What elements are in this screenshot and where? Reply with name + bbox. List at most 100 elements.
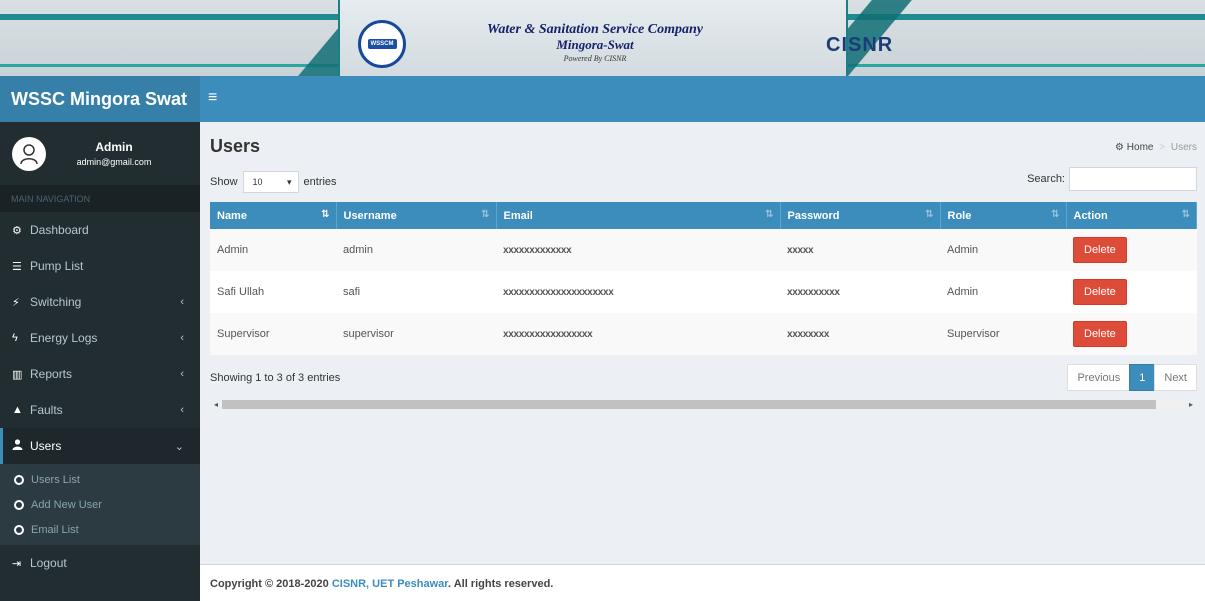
- bar-chart-icon: ▥: [12, 368, 23, 381]
- pagination: Previous 1 Next: [1067, 364, 1197, 391]
- sort-icon: ⇅: [1181, 209, 1190, 220]
- nav-header: MAIN NAVIGATION: [0, 185, 200, 212]
- sort-icon: ⇅: [1051, 209, 1060, 220]
- delete-button[interactable]: Delete: [1073, 279, 1127, 305]
- sidebar-item-logout[interactable]: ⇥ Logout: [0, 545, 200, 581]
- chevron-left-icon: ‹: [180, 404, 184, 416]
- scroll-right-icon[interactable]: ▸: [1185, 400, 1197, 409]
- column-header-role[interactable]: Role ⇅: [940, 202, 1067, 229]
- footer-prefix: Copyright © 2018-2020: [210, 578, 332, 590]
- logout-icon: ⇥: [12, 557, 22, 570]
- search-input[interactable]: [1069, 167, 1197, 191]
- column-header-label: Email: [503, 209, 533, 222]
- user-info: Admin admin@gmail.com: [46, 140, 200, 167]
- submenu-item-email-list[interactable]: Email List: [0, 517, 200, 542]
- chevron-down-icon: ⌄: [174, 440, 184, 453]
- scrollbar-thumb[interactable]: [222, 399, 1157, 409]
- cell-name: Supervisor: [210, 313, 336, 355]
- sidebar-item-faults[interactable]: ▲ Faults ‹: [0, 392, 200, 428]
- sidebar-item-label: Users: [30, 439, 62, 453]
- submenu-item-label: Users List: [31, 473, 80, 486]
- sidebar-item-switching[interactable]: ⚡ Switching ‹: [0, 284, 200, 320]
- chevron-left-icon: ‹: [180, 368, 184, 380]
- cell-role: Admin: [940, 229, 1066, 271]
- previous-page-button[interactable]: Previous: [1067, 364, 1131, 391]
- plug-icon: ⚡: [12, 296, 20, 309]
- sort-icon: ⇅: [925, 209, 934, 220]
- cell-password-redacted: xxxxxxxxxx: [780, 271, 940, 313]
- delete-button[interactable]: Delete: [1073, 321, 1127, 347]
- horizontal-scrollbar[interactable]: ◂ ▸: [210, 398, 1197, 410]
- column-header-label: Password: [787, 209, 840, 222]
- page-button-current[interactable]: 1: [1129, 364, 1156, 391]
- cell-username: supervisor: [336, 313, 496, 355]
- circle-icon: [14, 499, 24, 510]
- search-label: Search:: [1027, 173, 1065, 185]
- user-glyph-icon: [12, 439, 23, 450]
- show-label: Show: [210, 176, 238, 188]
- table-search: Search:: [1027, 167, 1197, 191]
- column-header-password[interactable]: Password ⇅: [780, 202, 941, 229]
- cell-action: Delete: [1066, 229, 1197, 271]
- sidebar: Admin admin@gmail.com MAIN NAVIGATION ⚙ …: [0, 122, 200, 601]
- banner-title: Water & Sanitation Service Company Mingo…: [480, 22, 710, 63]
- cell-action: Delete: [1066, 313, 1197, 355]
- brand-logo[interactable]: WSSC Mingora Swat: [0, 76, 200, 122]
- entries-select[interactable]: 10 ▾: [242, 171, 299, 193]
- sidebar-item-label: Faults: [30, 403, 63, 417]
- scrollbar-track[interactable]: [222, 399, 1185, 409]
- next-page-button[interactable]: Next: [1154, 364, 1197, 391]
- cell-username: safi: [336, 271, 496, 313]
- sidebar-item-users[interactable]: Users ⌄: [0, 428, 200, 464]
- delete-button[interactable]: Delete: [1073, 237, 1127, 263]
- cell-password-redacted: xxxxx: [780, 229, 940, 271]
- sidebar-item-label: Reports: [30, 367, 73, 381]
- sidebar-item-energy-logs[interactable]: ϟ Energy Logs ‹: [0, 320, 200, 356]
- footer: Copyright © 2018-2020 CISNR, UET Peshawa…: [200, 564, 1205, 601]
- column-header-name[interactable]: Name ⇅: [210, 202, 337, 229]
- column-header-email[interactable]: Email ⇅: [496, 202, 781, 229]
- banner-title-line1: Water & Sanitation Service Company: [487, 22, 703, 37]
- dashboard-icon: ⚙: [12, 224, 22, 237]
- warning-icon: ▲: [12, 404, 23, 416]
- cell-action: Delete: [1066, 271, 1197, 313]
- footer-link[interactable]: CISNR, UET Peshawar: [332, 578, 448, 590]
- list-icon: ☰: [12, 260, 22, 273]
- sidebar-item-dashboard[interactable]: ⚙ Dashboard: [0, 212, 200, 248]
- header-banner: WSSCM Water & Sanitation Service Company…: [0, 0, 1205, 76]
- circle-icon: [14, 524, 24, 535]
- cell-email-redacted: xxxxxxxxxxxxxxxxxxxxx: [496, 271, 780, 313]
- column-header-label: Username: [343, 209, 397, 222]
- scroll-left-icon[interactable]: ◂: [210, 400, 222, 409]
- dashboard-icon: ⚙: [1115, 142, 1124, 153]
- column-header-label: Name: [217, 209, 247, 222]
- user-name: Admin: [95, 140, 133, 154]
- page-title: Users: [210, 136, 261, 156]
- sidebar-item-label: Logout: [30, 556, 67, 570]
- column-header-action[interactable]: Action ⇅: [1066, 202, 1197, 229]
- sidebar-item-pump-list[interactable]: ☰ Pump List: [0, 248, 200, 284]
- column-header-username[interactable]: Username ⇅: [336, 202, 497, 229]
- breadcrumb-home-link[interactable]: ⚙ Home: [1115, 142, 1153, 153]
- sort-asc-icon: ⇅: [321, 209, 330, 220]
- cell-email-redacted: xxxxxxxxxxxxxxxxx: [496, 313, 780, 355]
- cisnr-logo: CISNR: [826, 34, 893, 57]
- cell-email-redacted: xxxxxxxxxxxxx: [496, 229, 780, 271]
- sidebar-toggle-icon[interactable]: ≡: [208, 90, 217, 106]
- sidebar-item-label: Switching: [30, 295, 82, 309]
- entries-label: entries: [303, 176, 337, 188]
- breadcrumb-separator: >: [1159, 142, 1166, 153]
- user-avatar-icon: [20, 143, 38, 164]
- submenu-item-add-new-user[interactable]: Add New User: [0, 492, 200, 517]
- user-email: admin@gmail.com: [76, 157, 152, 167]
- submenu-item-users-list[interactable]: Users List: [0, 467, 200, 492]
- users-submenu: Users List Add New User Email List: [0, 464, 200, 545]
- cell-role: Admin: [940, 271, 1066, 313]
- cell-username: admin: [336, 229, 496, 271]
- breadcrumb-current: Users: [1170, 142, 1197, 153]
- banner-title-line3: Powered By CISNR: [563, 54, 627, 63]
- sidebar-item-reports[interactable]: ▥ Reports ‹: [0, 356, 200, 392]
- sort-icon: ⇅: [481, 209, 490, 220]
- chevron-left-icon: ‹: [180, 332, 184, 344]
- chevron-left-icon: ‹: [180, 296, 184, 308]
